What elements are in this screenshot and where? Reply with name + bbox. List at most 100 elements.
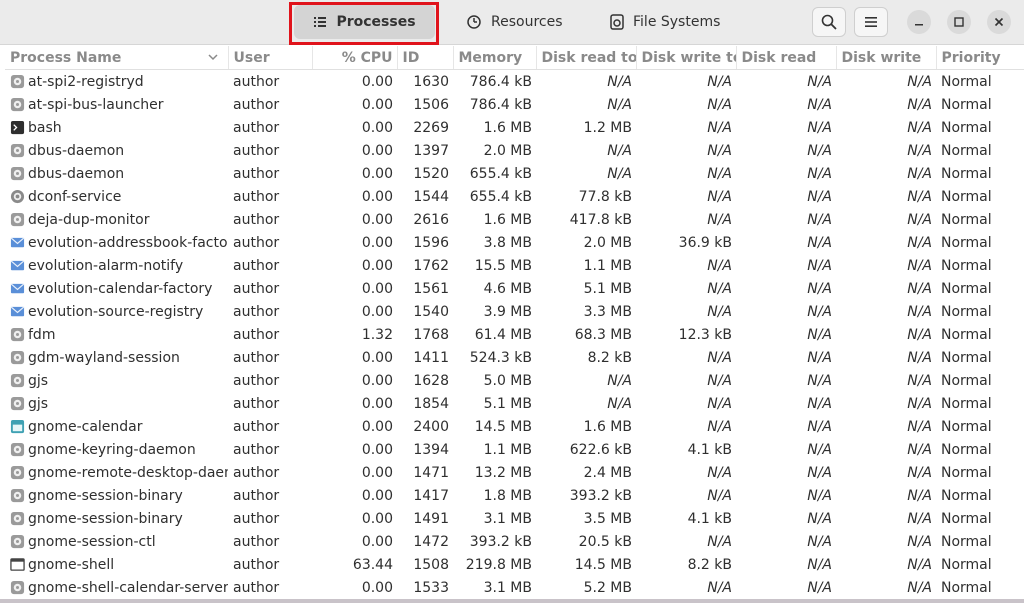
table-row[interactable]: gnome-keyring-daemon author 0.00 1394 1.1 MB…	[5, 438, 1024, 461]
disk-read-cell: N/A	[807, 579, 832, 596]
table-row[interactable]: gjs author 0.00 1628 5.0 MB N/A N/A N/A N/A Norma…	[5, 369, 1024, 392]
process-name-cell: fdm	[5, 323, 228, 346]
process-name-cell: gnome-keyring-daemon	[5, 438, 228, 461]
disk-read-cell: N/A	[807, 418, 832, 435]
table-row[interactable]: gnome-shell author 63.44 1508 219.8 MB 14.5 M…	[5, 553, 1024, 576]
maximize-button[interactable]	[947, 10, 971, 34]
disk-read-cell: N/A	[807, 533, 832, 550]
table-row[interactable]: evolution-source-registry author 0.00 1540 3…	[5, 300, 1024, 323]
disk-read-total-cell: 417.8 kB	[569, 211, 632, 228]
column-header-user[interactable]: User	[228, 46, 313, 70]
table-row[interactable]: evolution-alarm-notify author 0.00 1762 15.5…	[5, 254, 1024, 277]
table-row[interactable]: deja-dup-monitor author 0.00 2616 1.6 MB 417.…	[5, 208, 1024, 231]
process-name-cell: dconf-service	[5, 185, 228, 208]
memory-cell: 3.1 MB	[483, 510, 532, 527]
user-cell: author	[233, 464, 280, 481]
column-header-process-name[interactable]: Process Name	[5, 46, 229, 70]
disk-write-total-cell: 4.1 kB	[687, 441, 732, 458]
process-name: gnome-remote-desktop-daem	[28, 464, 228, 481]
disk-write-total-cell: N/A	[707, 96, 732, 113]
disk-read-cell: N/A	[807, 441, 832, 458]
column-header-memory[interactable]: Memory	[453, 46, 537, 70]
process-name-cell: gnome-shell	[5, 553, 228, 576]
disk-write-cell: N/A	[907, 142, 932, 159]
process-name: at-spi-bus-launcher	[28, 96, 164, 113]
column-header-priority[interactable]: Priority	[936, 46, 1024, 70]
process-name-cell: gnome-shell-calendar-server	[5, 576, 228, 599]
column-header-disk-read-total[interactable]: Disk read tota	[536, 46, 637, 70]
table-row[interactable]: dbus-daemon author 0.00 1520 655.4 kB N/A N/A N…	[5, 162, 1024, 185]
disk-write-cell: N/A	[907, 441, 932, 458]
gear-icon	[10, 488, 25, 503]
disk-read-total-cell: 1.1 MB	[583, 257, 632, 274]
id-cell: 1533	[413, 579, 449, 596]
column-header-disk-read[interactable]: Disk read	[736, 46, 837, 70]
disk-write-total-cell: N/A	[707, 395, 732, 412]
memory-cell: 1.6 MB	[483, 211, 532, 228]
table-row[interactable]: gjs author 0.00 1854 5.1 MB N/A N/A N/A N/A Norma…	[5, 392, 1024, 415]
disk-read-total-cell: N/A	[607, 395, 632, 412]
table-row[interactable]: evolution-addressbook-factory author 0.00 1…	[5, 231, 1024, 254]
gear-icon	[10, 166, 25, 181]
user-cell: author	[233, 280, 280, 297]
minimize-icon	[915, 24, 923, 26]
table-row[interactable]: gnome-remote-desktop-daem author 0.00 1471 1…	[5, 461, 1024, 484]
main-menu-button[interactable]	[854, 7, 888, 37]
table-row[interactable]: gnome-session-binary author 0.00 1491 3.1 MB…	[5, 507, 1024, 530]
process-name-cell: evolution-addressbook-factory	[5, 231, 228, 254]
column-header-disk-write[interactable]: Disk write	[836, 46, 937, 70]
disk-read-total-cell: N/A	[607, 73, 632, 90]
disk-read-cell: N/A	[807, 142, 832, 159]
cpu-cell: 0.00	[361, 165, 393, 182]
id-cell: 1561	[413, 280, 449, 297]
priority-cell: Normal	[941, 165, 992, 182]
process-name: bash	[28, 119, 62, 136]
column-header-cpu[interactable]: % CPU	[312, 46, 398, 70]
disk-write-total-cell: N/A	[707, 349, 732, 366]
close-button[interactable]	[987, 10, 1011, 34]
table-row[interactable]: fdm author 1.32 1768 61.4 MB 68.3 MB 12.3 kB N/…	[5, 323, 1024, 346]
header-bar: Processes Resources File Systems	[0, 0, 1024, 45]
disk-write-cell: N/A	[907, 73, 932, 90]
id-cell: 1628	[413, 372, 449, 389]
search-button[interactable]	[812, 7, 846, 37]
gear-icon	[10, 580, 25, 595]
tab-processes[interactable]: Processes	[294, 5, 435, 39]
user-cell: author	[233, 96, 280, 113]
table-row[interactable]: gdm-wayland-session author 0.00 1411 524.3 k…	[5, 346, 1024, 369]
cpu-cell: 1.32	[361, 326, 393, 343]
gear-icon	[10, 373, 25, 388]
disk-read-total-cell: 14.5 MB	[574, 556, 632, 573]
table-row[interactable]: dconf-service author 0.00 1544 655.4 kB 77.8 …	[5, 185, 1024, 208]
table-row[interactable]: dbus-daemon author 0.00 1397 2.0 MB N/A N/A N/A…	[5, 139, 1024, 162]
id-cell: 1596	[413, 234, 449, 251]
table-row[interactable]: gnome-shell-calendar-server author 0.00 153…	[5, 576, 1024, 599]
disk-write-cell: N/A	[907, 464, 932, 481]
table-row[interactable]: gnome-session-binary author 0.00 1417 1.8 MB…	[5, 484, 1024, 507]
terminal-icon	[10, 120, 25, 135]
tab-resources[interactable]: Resources	[452, 5, 578, 39]
table-row[interactable]: bash author 0.00 2269 1.6 MB 1.2 MB N/A N/A N/A N…	[5, 116, 1024, 139]
memory-cell: 655.4 kB	[469, 165, 532, 182]
process-table-container[interactable]: Process Name User % CPU ID Memory Disk r…	[5, 46, 1024, 600]
column-header-disk-write-total[interactable]: Disk write tot	[636, 46, 737, 70]
disk-write-total-cell: 36.9 kB	[678, 234, 732, 251]
disk-read-total-cell: 8.2 kB	[587, 349, 632, 366]
table-row[interactable]: evolution-calendar-factory author 0.00 1561…	[5, 277, 1024, 300]
table-row[interactable]: gnome-session-ctl author 0.00 1472 393.2 kB 2…	[5, 530, 1024, 553]
tab-file-systems[interactable]: File Systems	[596, 5, 736, 39]
disk-write-cell: N/A	[907, 211, 932, 228]
mail-icon	[10, 237, 25, 248]
memory-cell: 786.4 kB	[469, 73, 532, 90]
table-row[interactable]: gnome-calendar author 0.00 2400 14.5 MB 1.6 M…	[5, 415, 1024, 438]
table-row[interactable]: at-spi2-registryd author 0.00 1630 786.4 kB N…	[5, 70, 1024, 94]
tab-label: Resources	[491, 14, 563, 30]
gear-icon	[10, 212, 25, 227]
process-name: gnome-session-binary	[28, 510, 183, 527]
minimize-button[interactable]	[907, 10, 931, 34]
gear-icon	[10, 511, 25, 526]
disk-write-total-cell: N/A	[707, 257, 732, 274]
column-header-id[interactable]: ID	[397, 46, 454, 70]
disk-write-total-cell: 4.1 kB	[687, 510, 732, 527]
table-row[interactable]: at-spi-bus-launcher author 0.00 1506 786.4 k…	[5, 93, 1024, 116]
